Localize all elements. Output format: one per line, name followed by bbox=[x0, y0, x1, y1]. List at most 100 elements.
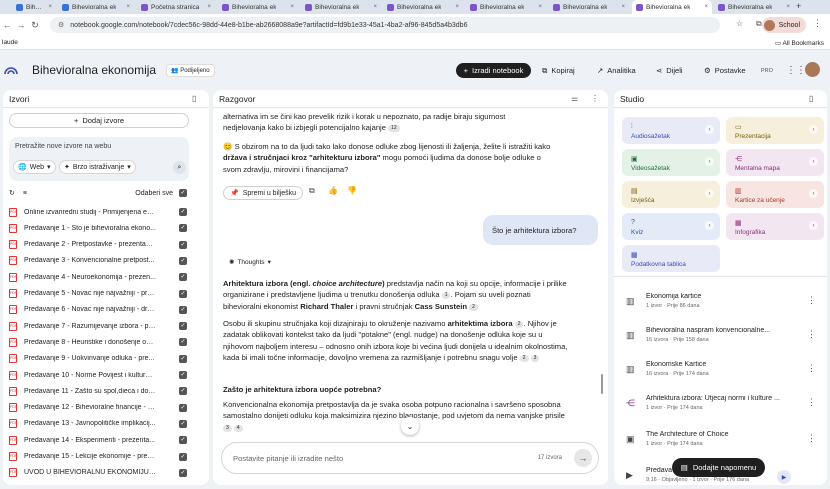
source-item[interactable]: PDF Predavanje 9 - Uokvirivanje odluka - … bbox=[9, 351, 187, 367]
chevron-right-icon[interactable]: › bbox=[705, 125, 714, 134]
more-vert-icon[interactable]: ⋮ bbox=[591, 94, 599, 103]
source-checkbox[interactable]: ✓ bbox=[179, 240, 187, 249]
account-avatar[interactable] bbox=[805, 62, 820, 77]
more-vert-icon[interactable]: ⋮ bbox=[807, 433, 816, 444]
close-tab-icon[interactable]: × bbox=[618, 4, 625, 10]
share-button[interactable]: ⋖ Dijeli bbox=[656, 63, 683, 78]
close-tab-icon[interactable]: × bbox=[123, 4, 130, 10]
studio-tile[interactable]: ▭ Prezentacija › bbox=[726, 117, 824, 144]
chevron-right-icon[interactable]: › bbox=[705, 189, 714, 198]
tune-icon[interactable]: ⚌ bbox=[571, 94, 578, 103]
all-bookmarks[interactable]: ▭ All Bookmarks bbox=[775, 39, 824, 47]
web-search-input[interactable]: Pretražite nove izvore na webu bbox=[15, 143, 111, 150]
source-checkbox[interactable]: ✓ bbox=[179, 208, 187, 216]
more-vert-icon[interactable]: ⋮ bbox=[807, 329, 816, 340]
source-checkbox[interactable]: ✓ bbox=[179, 256, 187, 265]
close-tab-icon[interactable]: × bbox=[535, 4, 542, 10]
close-tab-icon[interactable]: × bbox=[370, 4, 377, 10]
studio-tile[interactable]: ▤ Izvješća › bbox=[622, 181, 720, 208]
studio-tile[interactable]: ? Kviz › bbox=[622, 213, 720, 240]
studio-note[interactable]: ▥ Ekonomske Kartice 16 izvora · Prije 174 … bbox=[626, 358, 816, 388]
apps-grid-icon[interactable]: ⋮⋮ bbox=[786, 63, 806, 78]
studio-tile[interactable]: ▦ Infografika › bbox=[726, 213, 824, 240]
chevron-right-icon[interactable]: › bbox=[705, 157, 714, 166]
source-item[interactable]: PDF Predavanje 8 - Heuristike i donošenje… bbox=[9, 334, 187, 350]
source-item[interactable]: PDF Predavanje 15 - Lekcije ekonomije - p… bbox=[9, 449, 187, 465]
thoughts-toggle[interactable]: ✺ Thoughts ▾ bbox=[229, 258, 271, 267]
source-checkbox[interactable]: ✓ bbox=[179, 371, 187, 379]
source-item[interactable]: PDF Predavanje 2 - Pretpostavke - prezent… bbox=[9, 237, 187, 253]
close-tab-icon[interactable]: × bbox=[204, 4, 211, 10]
studio-tile[interactable]: ⋲ Mentalna mapa › bbox=[726, 149, 824, 176]
browser-tab[interactable]: Bihevioralna ek × bbox=[58, 0, 134, 14]
source-item[interactable]: PDF Online izvanredni studij - Primijenje… bbox=[9, 204, 187, 220]
source-item[interactable]: PDF Predavanje 13 - Javnopolitičke implik… bbox=[9, 416, 187, 432]
play-icon[interactable]: ▶ bbox=[777, 470, 791, 484]
more-vert-icon[interactable]: ⋮ bbox=[807, 295, 816, 306]
thumbs-down-icon[interactable]: 👎 bbox=[347, 186, 357, 195]
copy-button[interactable]: ⧉ Kopiraj bbox=[542, 63, 575, 78]
collapse-panel-icon[interactable]: ▯ bbox=[192, 94, 196, 103]
source-checkbox[interactable]: ✓ bbox=[179, 289, 187, 298]
source-item[interactable]: PDF Predavanje 7 - Razumijevanje izbora -… bbox=[9, 318, 187, 334]
chat-input[interactable]: Postavite pitanje ili izradite nešto bbox=[233, 454, 343, 463]
studio-tile[interactable]: ⦙ Audiosažetak › bbox=[622, 117, 720, 144]
source-checkbox[interactable]: ✓ bbox=[179, 403, 187, 412]
thumbs-up-icon[interactable]: 👍 bbox=[328, 186, 338, 195]
add-sources-button[interactable]: + Dodaj izvore bbox=[9, 113, 189, 128]
source-checkbox[interactable]: ✓ bbox=[179, 468, 187, 477]
chevron-right-icon[interactable]: › bbox=[705, 221, 714, 230]
studio-tile[interactable]: ▣ Videosažetak › bbox=[622, 149, 720, 176]
sort-icon[interactable]: ≡ bbox=[23, 190, 27, 197]
chevron-right-icon[interactable]: › bbox=[809, 189, 818, 198]
copy-icon[interactable]: ⧉ bbox=[309, 186, 315, 196]
source-item[interactable]: PDF UVOD U BIHEVIORALNU EKONOMIJU skr... ✓ bbox=[9, 465, 187, 481]
back-icon[interactable]: ← bbox=[0, 20, 14, 30]
studio-note[interactable]: ▣ The Architecture of Choice 1 izvor · Pri… bbox=[626, 428, 816, 458]
studio-tile[interactable]: ▦ Podatkovna tablica bbox=[622, 245, 720, 272]
browser-tab[interactable]: Bihevioralna ek × bbox=[632, 0, 712, 14]
citation-chip[interactable]: 2 bbox=[519, 355, 529, 363]
settings-button[interactable]: ⚙ Postavke bbox=[704, 63, 746, 78]
citation-chip[interactable]: 3 bbox=[530, 355, 540, 363]
browser-tab[interactable]: Bihevioralna ek × bbox=[549, 0, 629, 14]
source-checkbox[interactable]: ✓ bbox=[179, 387, 187, 396]
research-mode-chip[interactable]: ✦ Brzo istraživanje ▾ bbox=[59, 160, 136, 174]
source-item[interactable]: PDF Predavanje 12 - Bihevioralne financij… bbox=[9, 400, 187, 416]
source-checkbox[interactable]: ✓ bbox=[179, 273, 187, 282]
site-info-icon[interactable]: ⚙ bbox=[58, 21, 64, 29]
create-notebook-button[interactable]: + Izradi notebook bbox=[456, 63, 531, 78]
browser-tab[interactable]: Biheviorална ek× bbox=[12, 0, 56, 14]
source-checkbox[interactable]: ✓ bbox=[179, 436, 187, 445]
menu-icon[interactable]: ⋮ bbox=[813, 18, 822, 29]
citation-chip[interactable]: 2 bbox=[469, 303, 478, 311]
source-item[interactable]: PDF Predavanje 5 - Novac nije najvažniji … bbox=[9, 286, 187, 302]
source-item[interactable]: PDF Predavanje 11 - Zašto su spol,dieca i… bbox=[9, 383, 187, 399]
source-checkbox[interactable]: ✓ bbox=[179, 224, 187, 233]
chevron-right-icon[interactable]: › bbox=[809, 221, 818, 230]
browser-tab[interactable]: Bihevioralna ek × bbox=[218, 0, 298, 14]
send-arrow-icon[interactable]: → bbox=[574, 449, 592, 467]
studio-note[interactable]: ▥ Bihevioralna naspram konvencionalne... 1… bbox=[626, 324, 816, 354]
close-tab-icon[interactable]: × bbox=[783, 4, 790, 10]
source-item[interactable]: PDF Predavanje 1 - Što je bihevioralna ek… bbox=[9, 220, 187, 236]
browser-tab[interactable]: Početna stranica × bbox=[137, 0, 215, 14]
source-item[interactable]: PDF Predavanje 14 - Eksperimenti - prezen… bbox=[9, 432, 187, 448]
analytics-button[interactable]: ↗ Analitika bbox=[597, 63, 636, 78]
refresh-icon[interactable]: ↻ bbox=[9, 189, 15, 197]
source-item[interactable]: PDF Predavanje 10 - Norme Povijest i kult… bbox=[9, 367, 187, 383]
web-chip[interactable]: 🌐 Web ▾ bbox=[13, 160, 56, 174]
forward-icon[interactable]: → bbox=[14, 20, 28, 30]
new-tab-icon[interactable]: + bbox=[796, 1, 801, 11]
source-item[interactable]: PDF Predavanje 6 - Novac nije najvažniji … bbox=[9, 302, 187, 318]
citation-chip[interactable]: 12 bbox=[388, 125, 400, 133]
source-item[interactable]: PDF Predavanje 4 - Neuroekonomija - preze… bbox=[9, 269, 187, 285]
more-vert-icon[interactable]: ⋮ bbox=[807, 397, 816, 408]
profile-chip[interactable]: School bbox=[761, 17, 806, 33]
browser-tab[interactable]: Bihevioralna ek × bbox=[466, 0, 546, 14]
studio-note[interactable]: ▥ Ekonomija kartice 1 izvor · Prije 86 dan… bbox=[626, 290, 816, 320]
shared-badge[interactable]: 👥 Podijeljeno bbox=[166, 63, 215, 77]
chat-scrollbar[interactable] bbox=[601, 374, 603, 394]
more-vert-icon[interactable]: ⋮ bbox=[807, 363, 816, 374]
add-note-button[interactable]: ▤ Dodajte napomenu bbox=[672, 458, 765, 477]
